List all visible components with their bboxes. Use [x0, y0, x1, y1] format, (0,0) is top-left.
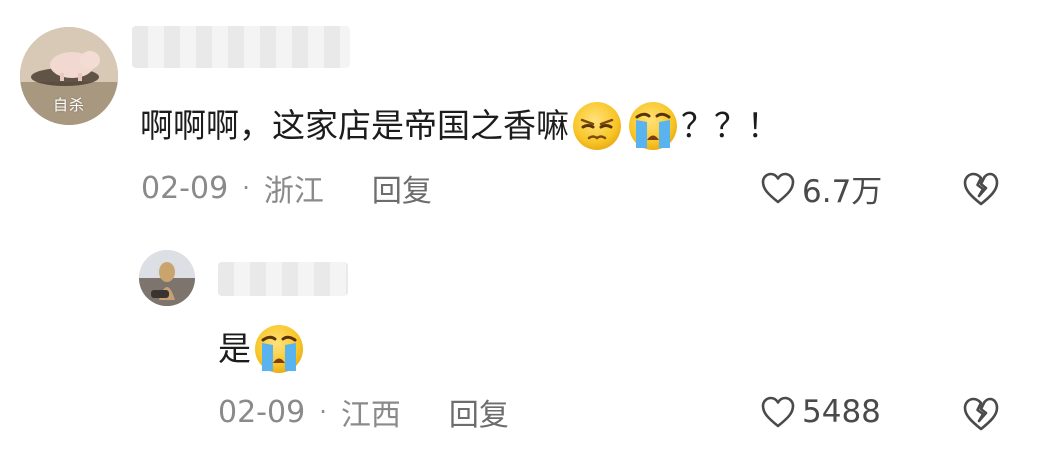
heart-icon [761, 172, 795, 204]
person-avatar-image [139, 250, 195, 306]
reply-date: 02-09 [218, 394, 306, 430]
crying-emoji-icon [255, 325, 303, 373]
avatar-badge: 自杀 [52, 96, 85, 114]
comment-punctuation: ？？！ [681, 106, 780, 145]
username-blurred[interactable] [132, 26, 350, 68]
reply-button[interactable]: 回复 [372, 166, 432, 210]
reply-avatar[interactable] [139, 250, 195, 306]
reply-text: 是 [218, 323, 307, 375]
reply-meta: 02-09 · 江西 回复 [218, 390, 509, 434]
avatar[interactable]: 自杀 [20, 27, 118, 125]
reply-username-blurred[interactable] [218, 262, 348, 296]
comment-text: 啊啊啊，这家店是帝国之香嘛 ？？！ [140, 100, 780, 152]
broken-heart-icon[interactable] [962, 171, 1000, 207]
heart-icon [761, 396, 795, 428]
reply-like-button[interactable]: 5488 [760, 392, 881, 432]
comment-location: 浙江 [263, 174, 324, 209]
smirk-emoji-icon [573, 102, 621, 150]
reply-location: 江西 [340, 398, 401, 433]
meta-separator: · [242, 174, 250, 202]
comment-date: 02-09 [141, 170, 229, 206]
reply-like-count: 5488 [802, 394, 881, 430]
reply-button[interactable]: 回复 [449, 390, 509, 434]
like-count: 6.7万 [802, 173, 883, 210]
like-button[interactable]: 6.7万 [760, 168, 883, 210]
meta-separator: · [319, 398, 327, 426]
comment-meta: 02-09 · 浙江 回复 [141, 166, 432, 210]
comment-body: 啊啊啊，这家店是帝国之香嘛 [140, 106, 569, 145]
reply-body: 是 [218, 329, 251, 368]
broken-heart-icon[interactable] [962, 396, 1000, 432]
crying-emoji-icon [629, 102, 677, 150]
